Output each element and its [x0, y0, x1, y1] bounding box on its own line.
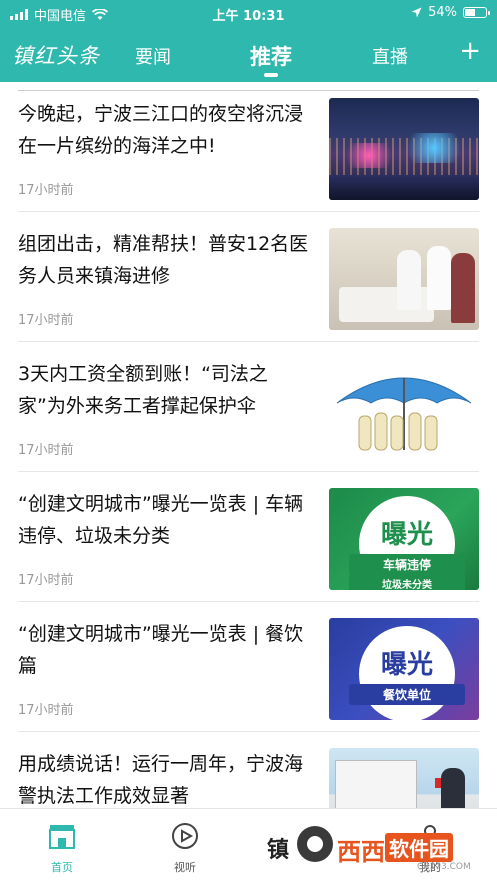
hospital-visit-image [329, 228, 479, 330]
city-night-image [329, 98, 479, 200]
tab-live[interactable]: 直播 [372, 43, 408, 69]
article-item[interactable]: “创建文明城市”曝光一览表 | 餐饮篇 17小时前 曝光 餐饮单位 [0, 602, 497, 732]
article-item[interactable]: 3天内工资全额到账！“司法之家”为外来务工者撑起保护伞 17小时前 [0, 342, 497, 472]
exposure-badge-image: 曝光 餐饮单位 [329, 618, 479, 720]
article-item[interactable]: 用成绩说话！运行一周年，宁波海警执法工作成效显著 [0, 732, 497, 808]
badge-subtitle: 餐饮单位 [349, 684, 465, 705]
tab-audio-video-label: 视听 [174, 861, 196, 874]
plus-icon[interactable]: + [459, 38, 481, 64]
article-time: 17小时前 [18, 183, 74, 198]
article-item[interactable]: 今晚起，宁波三江口的夜空将沉浸在一片缤纷的海洋之中! 17小时前 [0, 82, 497, 212]
top-nav: 镇红头条 要闻 推荐 直播 + [0, 26, 497, 82]
coast-guard-image [329, 748, 479, 808]
battery-percent: 54% [428, 5, 457, 20]
article-time: 17小时前 [18, 703, 74, 718]
app-logo: 镇红头条 [12, 44, 100, 68]
badge-title: 曝光 [380, 650, 433, 680]
watermark-text-b: 软件园 [385, 833, 453, 862]
article-time: 17小时前 [18, 443, 74, 458]
battery-icon [463, 7, 490, 18]
badge-subtitle: 车辆违停 [349, 554, 465, 575]
watermark-logo: 镇 西西 软件园 CR173.COM [267, 818, 497, 878]
article-item[interactable]: “创建文明城市”曝光一览表 | 车辆违停、垃圾未分类 17小时前 曝光 车辆违停… [0, 472, 497, 602]
umbrella-illustration-image [329, 358, 479, 460]
play-circle-icon [172, 823, 198, 849]
watermark-emblem [297, 826, 333, 862]
watermark-text-a: 西西 [337, 838, 385, 866]
tab-audio-video[interactable]: 视听 [155, 821, 215, 875]
tab-home[interactable]: 首页 [32, 821, 92, 875]
home-icon [49, 825, 75, 849]
news-feed[interactable]: 今晚起，宁波三江口的夜空将沉浸在一片缤纷的海洋之中! 17小时前 组团出击，精准… [0, 82, 497, 808]
tab-news[interactable]: 要闻 [135, 43, 171, 69]
badge-title: 曝光 [380, 520, 433, 550]
article-time: 17小时前 [18, 573, 74, 588]
exposure-badge-image: 曝光 车辆违停 垃圾未分类 [329, 488, 479, 590]
article-title: “创建文明城市”曝光一览表 | 车辆违停、垃圾未分类 [18, 493, 304, 547]
article-time: 17小时前 [18, 313, 74, 328]
article-title: 用成绩说话！运行一周年，宁波海警执法工作成效显著 [18, 753, 304, 807]
badge-subtitle-2: 垃圾未分类 [349, 574, 465, 590]
article-title: 组团出击，精准帮扶！普安12名医务人员来镇海进修 [18, 233, 309, 287]
active-tab-indicator [264, 73, 278, 77]
article-title: 3天内工资全额到账！“司法之家”为外来务工者撑起保护伞 [18, 363, 268, 417]
watermark-ghost-text: 镇 [267, 838, 290, 863]
tab-home-label: 首页 [51, 861, 73, 874]
tab-recommended[interactable]: 推荐 [250, 41, 292, 71]
article-title: “创建文明城市”曝光一览表 | 餐饮篇 [18, 623, 304, 677]
location-arrow-icon [411, 7, 422, 18]
watermark-url: CR173.COM [417, 862, 471, 872]
article-title: 今晚起，宁波三江口的夜空将沉浸在一片缤纷的海洋之中! [18, 103, 304, 157]
article-item[interactable]: 组团出击，精准帮扶！普安12名医务人员来镇海进修 17小时前 [0, 212, 497, 342]
status-bar: 中国电信 上午 10:31 54% [0, 0, 497, 26]
